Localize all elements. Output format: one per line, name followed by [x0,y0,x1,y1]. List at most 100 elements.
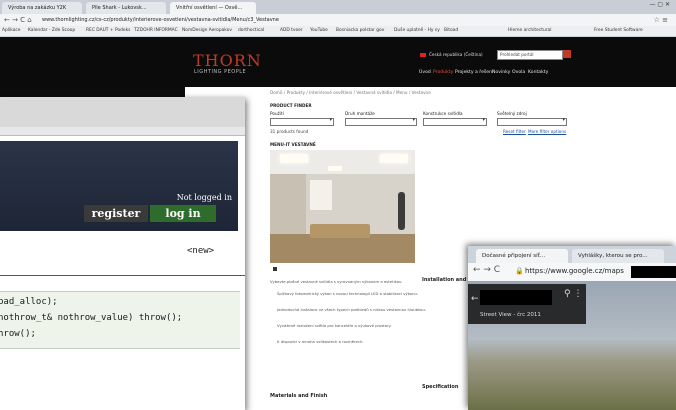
filter-label: Konstrukce svítidla [423,111,463,116]
nav-arrows-icon[interactable]: ← → C ⌂ [4,14,32,26]
address-bar: ← → C ⌂ www.thornlighting.cz/cs-cz/produ… [0,14,676,26]
tab-strip: Dočasné připojení síť... Vyhlášky, ktero… [468,246,676,263]
nav-novinky[interactable]: Novinky [492,70,510,75]
register-button[interactable]: register [84,205,148,222]
nav-projekty[interactable]: Projekty a řešení [455,70,493,75]
nav-uvod[interactable]: Úvod [419,70,431,75]
url-text[interactable]: www.thornlighting.cz/cs-cz/produkty/inte… [42,14,279,26]
bookmark[interactable]: Aplikace [2,27,21,35]
tab-2[interactable]: Vyhlášky, kterou se pro... [572,249,664,263]
bullet-item: Vyvážené rozložení světla pro kanceláře … [277,323,392,328]
chevron-down-icon: ▾ [412,117,415,123]
ceiling-light [328,166,342,171]
chevron-down-icon: ▾ [562,117,565,123]
bookmark[interactable]: Duše uplatně - Hy sy [394,27,440,35]
bookmark[interactable]: Kalendar - Zde Scoop [28,27,75,35]
ceiling-light [380,154,408,163]
materials-heading: Materials and Finish [270,393,328,399]
breadcrumb[interactable]: Domů / Produkty / Interiérové osvětlení … [270,90,431,95]
url-text[interactable]: https://www.google.cz/maps [525,267,624,275]
nav-kontakty[interactable]: Kontakty [528,70,548,75]
chevron-down-icon: ▾ [482,117,485,123]
menu-icon[interactable]: ☆ ≡ [654,14,668,26]
bookmark[interactable]: Hleme architectural [508,27,551,35]
chevron-down-icon: ▾ [329,117,332,123]
bullet-item: Špičkový fotometrický výkon s novou tech… [277,291,419,296]
flag-icon [420,53,426,57]
bookmark[interactable]: NomDesign Aeropakov [182,27,232,35]
tab-strip: Výroba na zakázku Y2K Pile Shark - Lukov… [0,0,676,14]
site-header: THORN LIGHTING PEOPLE Česká republika (Č… [0,37,676,87]
country-select[interactable]: Česká republika (Čeština) [429,52,483,57]
product-description: Vybavte plošné vestavné svítidla s vyrov… [270,279,403,284]
reset-filter-link[interactable]: Reset filter [503,129,526,134]
street-view-panel: ← ⚲ ⋮ Street View - črc 2011 [468,284,586,324]
tab-3[interactable]: Vnitřní osvětlení — Osvě... [170,2,256,14]
bookmark[interactable]: Bosniacka polstar gov [336,27,384,35]
finder-title: PRODUCT FINDER [270,103,312,108]
window [310,180,332,210]
forum-header: Not logged in register log in [0,141,238,231]
ceiling-light [280,154,308,163]
tab-maps[interactable]: Dočasné připojení síť... [476,249,568,263]
search-placeholder: Prohledat portál [500,52,534,57]
bookmarks-bar: Aplikace Kalendar - Zde Scoop REC DAUT +… [0,26,676,37]
window-controls[interactable]: — ▢ ✕ [649,1,670,8]
bookmark[interactable]: YouTube [310,27,328,35]
product-photo[interactable] [270,150,415,263]
divider [0,275,245,276]
code-line: bad_alloc); [0,297,58,307]
nav-ovola[interactable]: Ovola [512,70,525,75]
logo-subtitle: LIGHTING PEOPLE [194,69,247,75]
lock-icon: 🔒 [515,267,524,275]
more-filter-link[interactable]: More filter options [528,129,566,134]
person [398,192,405,230]
search-input[interactable]: Prohledat portál [497,50,563,60]
thorn-logo[interactable]: THORN [193,51,262,70]
bookmark[interactable]: TZDOHR INFORMAC [134,27,178,35]
bookmark[interactable]: dorthoctical [238,27,264,35]
bookmark[interactable]: REC DAUT + Podeks [86,27,130,35]
login-status: Not logged in [176,193,232,202]
browser-window-front-left: Not logged in register log in <new> bad_… [0,97,245,410]
nav-arrows-icon[interactable]: ← → C [473,265,500,275]
filter-select[interactable]: ▾ [345,117,417,126]
bullet-item: Jednoduchá instalace ve všech typech pod… [277,307,427,312]
floor [270,234,415,263]
conference-table [310,224,370,238]
bookmark[interactable]: Free Student Software [594,27,643,35]
browser-window-front-right: Dočasné připojení síť... Vyhlášky, ktero… [468,246,676,410]
filter-label: Druh montáže [345,111,375,116]
tab-2[interactable]: Pile Shark - Lukovsk... [86,2,166,14]
code-block: bad_alloc); nothrow_t& nothrow_value) th… [0,291,240,349]
new-tag: <new> [187,246,215,256]
back-arrow-icon[interactable]: ← [471,294,479,304]
street-view[interactable]: ← ⚲ ⋮ Street View - črc 2011 [468,281,676,410]
bookmark[interactable]: Bitoad [444,27,458,35]
login-button[interactable]: log in [150,205,216,222]
filter-select[interactable]: ▾ [423,117,487,126]
filter-label: Použití [270,111,284,116]
results-count: 31 products found [270,129,309,134]
filter-select[interactable]: ▾ [497,117,567,126]
bullet-item: K dispozici v mnoha velikostech a rozměr… [277,339,364,344]
pin-icon[interactable]: ⚲ ⋮ [564,289,582,299]
nav-produkty[interactable]: Produkty [433,70,453,75]
specification-heading: Specification [422,384,459,390]
code-line: nothrow_t& nothrow_value) throw(); [0,313,183,323]
redacted-address [480,290,552,305]
code-line: hrow(); [0,329,36,339]
filter-label: Světelný zdroj [497,111,527,116]
filter-select[interactable]: ▾ [270,117,334,126]
window-toolbar [0,97,245,127]
installation-heading: Installation and M [422,277,474,283]
search-icon[interactable] [563,50,571,58]
section-title: MENU-IT VESTAVNÉ [270,142,316,147]
tab-1[interactable]: Výroba na zakázku Y2K [2,2,82,14]
toolbar-strip [0,127,245,136]
slider-dot[interactable] [273,267,277,271]
street-view-date: Street View - črc 2011 [480,312,541,318]
bookmark[interactable]: ADD tvoer [280,27,303,35]
address-bar: ← → C 🔒 https://www.google.cz/maps [468,263,676,282]
redacted-url [631,266,676,278]
